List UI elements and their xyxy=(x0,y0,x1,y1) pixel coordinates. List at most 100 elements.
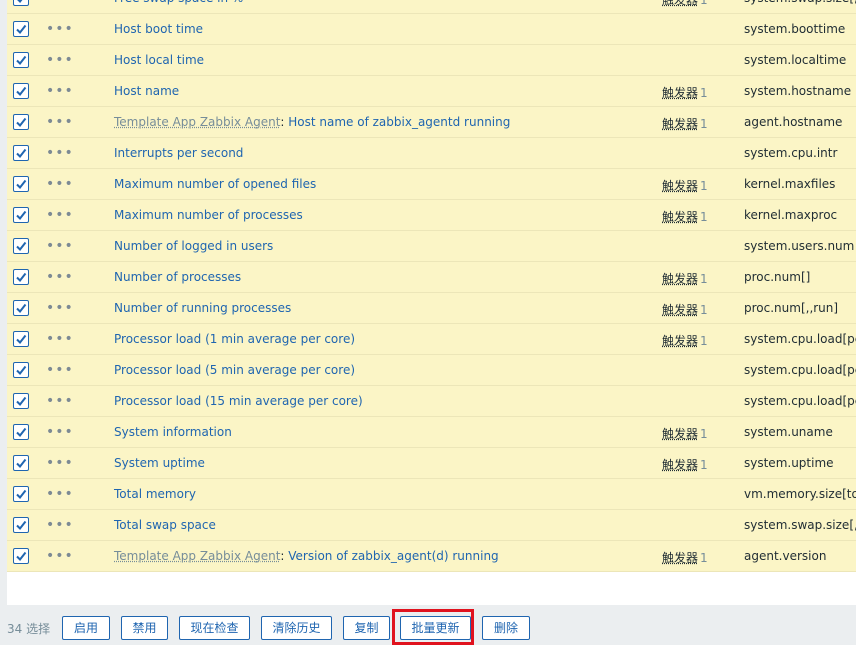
item-name-link[interactable]: Processor load (15 min average per core) xyxy=(114,394,363,408)
item-name-cell: System uptime xyxy=(114,456,205,470)
row-checkbox[interactable] xyxy=(13,207,29,223)
item-name-link[interactable]: Maximum number of opened files xyxy=(114,177,316,191)
table-row: ••• Host name 触发器 1 system.hostname xyxy=(7,76,856,107)
row-checkbox[interactable] xyxy=(13,83,29,99)
row-checkbox[interactable] xyxy=(13,362,29,378)
more-options-icon[interactable]: ••• xyxy=(46,239,74,253)
triggers-link[interactable]: 触发器 xyxy=(662,303,698,317)
triggers-link[interactable]: 触发器 xyxy=(662,551,698,565)
item-name-link[interactable]: System information xyxy=(114,425,232,439)
triggers-link[interactable]: 触发器 xyxy=(662,458,698,472)
triggers-link[interactable]: 触发器 xyxy=(662,86,698,100)
table-row: ••• Processor load (15 min average per co… xyxy=(7,386,856,417)
item-name-link[interactable]: Version of zabbix_agent(d) running xyxy=(288,549,498,563)
triggers-cell: 触发器 1 xyxy=(662,0,708,8)
mass-update-button[interactable]: 批量更新 xyxy=(400,616,471,640)
item-name-link[interactable]: Interrupts per second xyxy=(114,146,243,160)
row-checkbox[interactable] xyxy=(13,0,29,6)
item-name-link[interactable]: System uptime xyxy=(114,456,205,470)
disable-button[interactable]: 禁用 xyxy=(121,616,168,640)
item-name-link[interactable]: Number of processes xyxy=(114,270,241,284)
more-options-icon[interactable]: ••• xyxy=(46,549,74,563)
triggers-count: 1 xyxy=(700,272,708,286)
row-checkbox[interactable] xyxy=(13,145,29,161)
triggers-cell: 触发器 1 xyxy=(662,270,708,287)
table-row: ••• Number of logged in users system.users… xyxy=(7,231,856,262)
triggers-link[interactable]: 触发器 xyxy=(662,117,698,131)
more-options-icon[interactable]: ••• xyxy=(46,22,74,36)
triggers-count: 1 xyxy=(700,334,708,348)
item-name-link[interactable]: Maximum number of processes xyxy=(114,208,303,222)
item-name-cell: Interrupts per second xyxy=(114,146,243,160)
item-name-link[interactable]: Host name of zabbix_agentd running xyxy=(288,115,510,129)
item-name-link[interactable]: Number of logged in users xyxy=(114,239,273,253)
delete-button[interactable]: 删除 xyxy=(482,616,530,640)
triggers-link[interactable]: 触发器 xyxy=(662,272,698,286)
row-checkbox[interactable] xyxy=(13,52,29,68)
triggers-link[interactable]: 触发器 xyxy=(662,427,698,441)
triggers-link[interactable]: 触发器 xyxy=(662,179,698,193)
item-name-link[interactable]: Host name xyxy=(114,84,179,98)
item-name-link[interactable]: Number of running processes xyxy=(114,301,291,315)
row-checkbox[interactable] xyxy=(13,176,29,192)
row-checkbox[interactable] xyxy=(13,300,29,316)
more-options-icon[interactable]: ••• xyxy=(46,146,74,160)
row-checkbox[interactable] xyxy=(13,424,29,440)
more-options-icon[interactable]: ••• xyxy=(46,0,74,5)
row-checkbox[interactable] xyxy=(13,517,29,533)
more-options-icon[interactable]: ••• xyxy=(46,518,74,532)
table-row: ••• Processor load (5 min average per cor… xyxy=(7,355,856,386)
row-checkbox[interactable] xyxy=(13,269,29,285)
more-options-icon[interactable]: ••• xyxy=(46,270,74,284)
more-options-icon[interactable]: ••• xyxy=(46,332,74,346)
clear-history-button[interactable]: 清除历史 xyxy=(261,616,332,640)
item-key: proc.num[] xyxy=(744,270,811,284)
item-name-link[interactable]: Host local time xyxy=(114,53,204,67)
item-name-link[interactable]: Processor load (5 min average per core) xyxy=(114,363,355,377)
template-link[interactable]: Template App Zabbix Agent xyxy=(114,549,280,563)
more-options-icon[interactable]: ••• xyxy=(46,177,74,191)
more-options-icon[interactable]: ••• xyxy=(46,84,74,98)
checkmark-icon xyxy=(16,551,27,562)
more-options-icon[interactable]: ••• xyxy=(46,301,74,315)
more-options-icon[interactable]: ••• xyxy=(46,456,74,470)
row-checkbox[interactable] xyxy=(13,486,29,502)
more-options-icon[interactable]: ••• xyxy=(46,363,74,377)
triggers-count: 1 xyxy=(700,210,708,224)
more-options-icon[interactable]: ••• xyxy=(46,394,74,408)
item-name-link[interactable]: Host boot time xyxy=(114,22,203,36)
row-checkbox[interactable] xyxy=(13,331,29,347)
copy-button[interactable]: 复制 xyxy=(343,616,390,640)
row-checkbox[interactable] xyxy=(13,114,29,130)
row-checkbox[interactable] xyxy=(13,21,29,37)
item-name-link[interactable]: Total memory xyxy=(114,487,196,501)
triggers-link[interactable]: 触发器 xyxy=(662,334,698,348)
checkmark-icon xyxy=(16,303,27,314)
more-options-icon[interactable]: ••• xyxy=(46,53,74,67)
table-row: ••• Template App Zabbix Agent: Host name … xyxy=(7,107,856,138)
template-link[interactable]: Template App Zabbix Agent xyxy=(114,115,280,129)
more-options-icon[interactable]: ••• xyxy=(46,425,74,439)
table-row: ••• Maximum number of processes 触发器 1 kernel… xyxy=(7,200,856,231)
triggers-count: 1 xyxy=(700,117,708,131)
triggers-link[interactable]: 触发器 xyxy=(662,210,698,224)
item-name-link[interactable]: Total swap space xyxy=(114,518,216,532)
checkmark-icon xyxy=(16,365,27,376)
checkmark-icon xyxy=(16,117,27,128)
item-name-link[interactable]: Free swap space in % xyxy=(114,0,243,5)
item-name-link[interactable]: Processor load (1 min average per core) xyxy=(114,332,355,346)
item-name-cell: Total swap space xyxy=(114,518,216,532)
more-options-icon[interactable]: ••• xyxy=(46,208,74,222)
table-row: ••• Host boot time system.boottime xyxy=(7,14,856,45)
check-now-button[interactable]: 现在检查 xyxy=(179,616,250,640)
item-name-cell: Host name xyxy=(114,84,179,98)
triggers-link[interactable]: 触发器 xyxy=(662,0,698,7)
checkmark-icon xyxy=(16,241,27,252)
enable-button[interactable]: 启用 xyxy=(62,616,110,640)
more-options-icon[interactable]: ••• xyxy=(46,487,74,501)
row-checkbox[interactable] xyxy=(13,393,29,409)
row-checkbox[interactable] xyxy=(13,238,29,254)
row-checkbox[interactable] xyxy=(13,455,29,471)
row-checkbox[interactable] xyxy=(13,548,29,564)
more-options-icon[interactable]: ••• xyxy=(46,115,74,129)
